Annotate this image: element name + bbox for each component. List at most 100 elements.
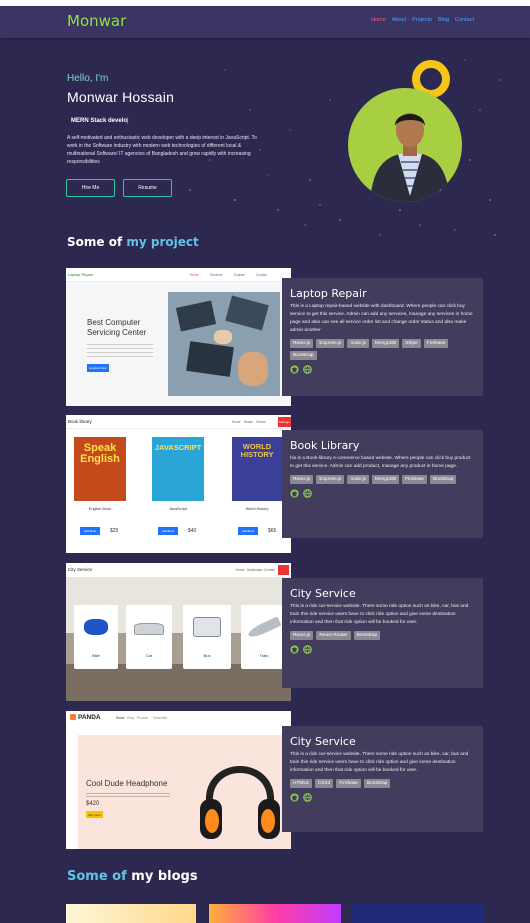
project-description: This is a Laptop repair-based website wi… bbox=[290, 304, 473, 333]
tech-tag: React.js bbox=[290, 475, 314, 484]
project-preview-panda-headphone[interactable]: PANDA Home Shop Product Subscribe Cool D… bbox=[66, 711, 291, 849]
github-icon[interactable] bbox=[290, 793, 299, 802]
github-icon[interactable] bbox=[290, 489, 299, 498]
nav-link-contact[interactable]: Contact bbox=[455, 17, 474, 23]
profile-photo bbox=[348, 60, 462, 202]
github-icon[interactable] bbox=[290, 365, 299, 374]
preview-nav-item: Home bbox=[236, 568, 245, 572]
project-title: City Service bbox=[290, 587, 356, 600]
tech-tag: MongoDB bbox=[371, 475, 400, 484]
add-book-button: Add Book bbox=[80, 527, 100, 535]
preview-nav-item: Subscribe bbox=[153, 716, 168, 720]
book-price: $40 bbox=[188, 528, 197, 534]
hire-me-button[interactable]: Hire Me bbox=[66, 179, 115, 197]
preview-nav-item: Destination bbox=[247, 568, 263, 572]
preview-brand: Book library bbox=[68, 419, 92, 424]
tech-tag: React.js bbox=[290, 339, 314, 348]
preview-headline: Best Computer Servicing Center bbox=[87, 318, 147, 337]
book-price: $25 bbox=[110, 528, 119, 534]
project-card: Laptop Repair This is a Laptop repair-ba… bbox=[282, 278, 483, 396]
tech-tag: CSS3 bbox=[314, 779, 334, 788]
globe-icon[interactable] bbox=[303, 793, 312, 802]
blog-card[interactable] bbox=[351, 904, 483, 923]
tech-tag: MongoDB bbox=[371, 339, 400, 348]
preview-navbar: Laptop Repair Home Services Explore Cont… bbox=[66, 268, 291, 282]
project-links bbox=[290, 793, 475, 802]
site-logo[interactable]: Monwar bbox=[67, 12, 126, 30]
tech-tag: Firebase bbox=[402, 475, 427, 484]
ride-name: Bike bbox=[92, 653, 100, 658]
panda-logo-icon bbox=[70, 714, 76, 720]
avatar bbox=[348, 88, 462, 202]
blogs-heading-prefix: Some of bbox=[67, 869, 132, 884]
tech-tags: React.js React Router Bootstrap bbox=[290, 631, 475, 640]
hero-greeting: Hello, I'm bbox=[67, 73, 109, 84]
book-name: English Book bbox=[88, 507, 112, 511]
person-illustration bbox=[370, 113, 450, 202]
ride-name: Car bbox=[145, 653, 153, 658]
tech-tag: node.js bbox=[347, 475, 369, 484]
project-description: his is a Book-library e-commerce based w… bbox=[290, 456, 471, 469]
projects-heading-accent: my project bbox=[126, 235, 199, 249]
tech-tags: React.js Express.js node.js MongoDB Fire… bbox=[290, 475, 475, 484]
nav-link-blog[interactable]: Blog bbox=[438, 17, 449, 23]
project-title: Book Library bbox=[290, 439, 360, 452]
ride-name: Train bbox=[259, 653, 269, 658]
preview-nav-item: Books bbox=[244, 420, 253, 424]
add-book-button: Add Book bbox=[158, 527, 178, 535]
preview-nav-item: Contact bbox=[256, 273, 267, 277]
preview-login bbox=[278, 565, 289, 575]
project-card: City Service This is a ride car-service … bbox=[282, 726, 483, 832]
hero-description: A self-motivated and enthusiastic web de… bbox=[67, 135, 257, 165]
globe-icon[interactable] bbox=[303, 645, 312, 654]
preview-nav-item: Product bbox=[137, 716, 148, 720]
project-description: This is a ride car-service website. Ther… bbox=[290, 752, 469, 773]
tech-tag: Firebase bbox=[336, 779, 361, 788]
project-links bbox=[290, 365, 475, 374]
project-description: This is a ride car-service website. Ther… bbox=[290, 604, 469, 625]
project-preview-city-service[interactable]: City Service Home Destination Contact Bi… bbox=[66, 563, 291, 701]
project-title: City Service bbox=[290, 735, 356, 748]
preview-nav-item: Manage bbox=[278, 417, 291, 427]
preview-navbar: City Service Home Destination Contact bbox=[66, 563, 291, 577]
nav-link-home[interactable]: Home bbox=[371, 17, 386, 23]
github-icon[interactable] bbox=[290, 645, 299, 654]
blogs-heading-accent: my blogs bbox=[131, 869, 198, 884]
tech-tag: Bootstrap bbox=[290, 351, 317, 360]
preview-navbar: PANDA Home Shop Product Subscribe bbox=[66, 711, 291, 725]
tech-tag: React Router bbox=[316, 631, 351, 640]
project-preview-laptop-repair[interactable]: Laptop Repair Home Services Explore Cont… bbox=[66, 268, 291, 406]
blog-card[interactable] bbox=[209, 904, 341, 923]
blog-card[interactable] bbox=[66, 904, 196, 923]
typed-role-text: MERN Stack develo bbox=[71, 118, 129, 124]
tech-tag: Firebase bbox=[423, 339, 449, 348]
ride-name: Bus bbox=[203, 653, 211, 658]
book-name: JavaScript bbox=[169, 507, 187, 511]
preview-text-lines bbox=[87, 344, 153, 358]
preview-headline: Cool Dude Headphone bbox=[86, 779, 168, 788]
book-cover: JAVASCRIPT bbox=[152, 437, 204, 501]
ride-card: Bike bbox=[74, 605, 118, 669]
tech-tags: HTML5 CSS3 Firebase Bootstrap bbox=[290, 779, 475, 788]
preview-nav-item: Contact bbox=[264, 568, 275, 572]
add-book-button: Add Book bbox=[238, 527, 258, 535]
project-preview-book-library[interactable]: Book library Home Books Orders Manage Sp… bbox=[66, 415, 291, 553]
globe-icon[interactable] bbox=[303, 489, 312, 498]
preview-nav-item: Orders bbox=[256, 420, 266, 424]
resume-button[interactable]: Resume bbox=[123, 179, 172, 197]
preview-brand: PANDA bbox=[78, 714, 101, 721]
preview-brand: Laptop Repair bbox=[68, 272, 94, 277]
nav-link-about[interactable]: About bbox=[392, 17, 406, 23]
book-price: $65 bbox=[268, 528, 277, 534]
globe-icon[interactable] bbox=[303, 365, 312, 374]
nav-link-projects[interactable]: Projects bbox=[412, 17, 432, 23]
preview-cta: Buy Now bbox=[86, 811, 103, 818]
tech-tag: Bootstrap bbox=[353, 631, 381, 640]
headphone-illustration bbox=[200, 766, 280, 839]
blogs-heading: Some of my blogs bbox=[67, 869, 198, 884]
tech-tags: React.js Express.js node.js MongoDB Stri… bbox=[290, 339, 475, 360]
hero-name: Monwar Hossain bbox=[67, 89, 175, 105]
project-card: City Service This is a ride car-service … bbox=[282, 578, 483, 688]
tech-tag: Express.js bbox=[316, 475, 345, 484]
project-title: Laptop Repair bbox=[290, 287, 367, 300]
